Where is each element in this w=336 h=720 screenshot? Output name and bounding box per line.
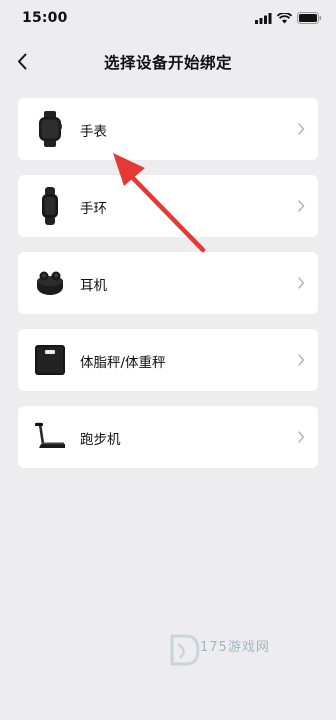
device-label: 手环 xyxy=(80,201,107,217)
device-card-band[interactable]: 手环 xyxy=(18,175,318,237)
device-label: 手表 xyxy=(80,124,107,140)
smartwatch-icon xyxy=(32,111,68,147)
wifi-icon xyxy=(277,12,292,23)
scale-icon xyxy=(32,342,68,378)
page-title: 选择设备开始绑定 xyxy=(103,54,232,72)
device-card-earbuds[interactable]: 耳机 xyxy=(18,252,318,314)
device-card-watch[interactable]: 手表 xyxy=(18,98,318,160)
watermark-text: 175游戏网 xyxy=(200,640,270,655)
device-label: 跑步机 xyxy=(80,432,121,448)
battery-icon xyxy=(297,12,322,24)
chevron-right-icon xyxy=(298,431,305,443)
device-card-treadmill[interactable]: 跑步机 xyxy=(18,406,318,468)
device-label: 体脂秤/体重秤 xyxy=(80,355,166,371)
device-label: 耳机 xyxy=(80,278,107,294)
chevron-right-icon xyxy=(298,200,305,212)
earbuds-icon xyxy=(32,265,68,301)
device-list: 手表 手环 耳机 体脂秤/体重秤 跑步机 xyxy=(18,98,318,483)
chevron-right-icon xyxy=(298,123,305,135)
status-bar: 15:00 xyxy=(0,0,336,38)
signal-icon xyxy=(255,12,272,24)
chevron-right-icon xyxy=(298,277,305,289)
status-time: 15:00 xyxy=(22,10,68,26)
treadmill-icon xyxy=(32,419,68,455)
fitness-band-icon xyxy=(32,187,68,225)
device-card-scale[interactable]: 体脂秤/体重秤 xyxy=(18,329,318,391)
status-icons xyxy=(255,12,322,24)
chevron-right-icon xyxy=(298,354,305,366)
nav-bar: 选择设备开始绑定 xyxy=(0,42,336,82)
